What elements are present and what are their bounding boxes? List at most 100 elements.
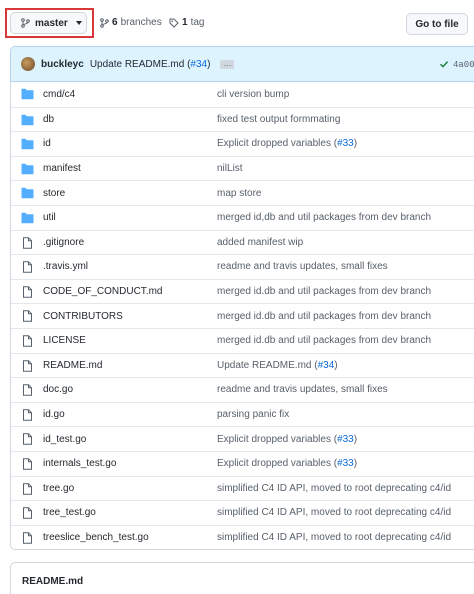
file-commit-message-end: ) bbox=[334, 359, 338, 371]
file-row[interactable]: .gitignore added manifest wip bbox=[11, 229, 474, 255]
file-row[interactable]: CONTRIBUTORS merged id.db and util packag… bbox=[11, 303, 474, 328]
tags-link[interactable]: 1 tag bbox=[169, 17, 204, 28]
file-name-link[interactable]: treeslice_bench_test.go bbox=[43, 532, 149, 543]
file-commit-message[interactable]: map store bbox=[217, 188, 261, 199]
file-row[interactable]: .travis.yml readme and travis updates, sm… bbox=[11, 254, 474, 279]
file-row[interactable]: id.go parsing panic fix bbox=[11, 401, 474, 427]
pr-link[interactable]: #33 bbox=[337, 434, 354, 445]
file-commit-message[interactable]: added manifest wip bbox=[217, 237, 303, 248]
file-row[interactable]: id_test.go Explicit dropped variables (#3… bbox=[11, 426, 474, 451]
file-row[interactable]: id Explicit dropped variables (#33) bbox=[11, 131, 474, 156]
file-name-link[interactable]: manifest bbox=[43, 163, 81, 174]
file-commit-message-text: fixed test output formmating bbox=[217, 113, 341, 125]
file-name-link[interactable]: id.go bbox=[43, 409, 65, 420]
git-branch-icon bbox=[100, 17, 109, 28]
file-list: cmd/c4 cli version bump db fixed test outpu… bbox=[10, 82, 474, 550]
file-icon bbox=[21, 310, 34, 323]
file-commit-message[interactable]: Explicit dropped variables (#33) bbox=[217, 434, 357, 445]
file-commit-message[interactable]: merged id.db and util packages from dev … bbox=[217, 335, 431, 346]
readme-section: README.md bbox=[10, 562, 474, 594]
pr-link[interactable]: #33 bbox=[337, 458, 354, 469]
pr-link[interactable]: #33 bbox=[337, 138, 354, 149]
file-icon bbox=[21, 335, 34, 347]
go-to-file-button[interactable]: Go to file bbox=[406, 13, 468, 35]
file-row[interactable]: manifest nilList bbox=[11, 155, 474, 181]
file-name-link[interactable]: CONTRIBUTORS bbox=[43, 311, 123, 322]
file-row[interactable]: store map store bbox=[11, 180, 474, 205]
latest-commit-bar: buckleyc Update README.md (#34) … 4a00 bbox=[10, 46, 474, 82]
file-row[interactable]: tree.go simplified C4 ID API, moved to ro… bbox=[11, 475, 474, 501]
file-icon bbox=[21, 261, 34, 273]
file-name-link[interactable]: CODE_OF_CONDUCT.md bbox=[43, 286, 162, 297]
file-icon bbox=[21, 408, 34, 421]
file-name-link[interactable]: tree_test.go bbox=[43, 507, 96, 518]
file-commit-message[interactable]: readme and travis updates, small fixes bbox=[217, 261, 388, 272]
file-commit-message[interactable]: Update README.md (#34) bbox=[217, 360, 338, 371]
file-commit-message[interactable]: merged id.db and util packages from dev … bbox=[217, 311, 431, 322]
file-name-link[interactable]: .travis.yml bbox=[43, 261, 88, 272]
file-row[interactable]: tree_test.go simplified C4 ID API, moved … bbox=[11, 500, 474, 525]
file-commit-message[interactable]: simplified C4 ID API, moved to root depr… bbox=[217, 532, 451, 543]
file-name-link[interactable]: LICENSE bbox=[43, 335, 86, 346]
file-name-link[interactable]: cmd/c4 bbox=[43, 89, 75, 100]
file-name-link[interactable]: README.md bbox=[43, 360, 102, 371]
file-commit-message-text: merged id.db and util packages from dev … bbox=[217, 286, 432, 298]
file-row[interactable]: internals_test.go Explicit dropped variab… bbox=[11, 451, 474, 476]
commit-pr-link[interactable]: #34 bbox=[190, 59, 207, 70]
commit-message[interactable]: Update README.md (#34) bbox=[90, 59, 211, 70]
file-commit-message[interactable]: Explicit dropped variables (#33) bbox=[217, 138, 357, 149]
branch-name: master bbox=[35, 17, 68, 29]
file-name-link[interactable]: id bbox=[43, 138, 51, 149]
branches-link[interactable]: 6 branches bbox=[100, 17, 162, 28]
commit-author[interactable]: buckleyc bbox=[41, 59, 84, 70]
file-name-link[interactable]: tree.go bbox=[43, 483, 74, 494]
file-commit-message[interactable]: cli version bump bbox=[217, 89, 289, 100]
file-row[interactable]: util merged id,db and util packages from … bbox=[11, 205, 474, 230]
file-commit-message[interactable]: merged id,db and util packages from dev … bbox=[217, 212, 431, 223]
file-row[interactable]: README.md Update README.md (#34) bbox=[11, 352, 474, 378]
file-row[interactable]: CODE_OF_CONDUCT.md merged id.db and util … bbox=[11, 278, 474, 304]
commit-message-end: ) bbox=[207, 58, 211, 70]
pr-link[interactable]: #34 bbox=[318, 360, 335, 371]
file-row[interactable]: treeslice_bench_test.go simplified C4 ID … bbox=[11, 524, 474, 550]
branch-selector-button[interactable]: master bbox=[10, 12, 87, 34]
file-commit-message-text: simplified C4 ID API, moved to root depr… bbox=[217, 507, 452, 519]
file-icon bbox=[21, 433, 34, 446]
file-name-link[interactable]: id_test.go bbox=[43, 434, 86, 445]
file-commit-message[interactable]: parsing panic fix bbox=[217, 409, 289, 420]
file-commit-message-text: cli version bump bbox=[217, 88, 290, 100]
file-row[interactable]: doc.go readme and travis updates, small f… bbox=[11, 377, 474, 402]
readme-title[interactable]: README.md bbox=[22, 576, 83, 587]
file-icon bbox=[21, 384, 34, 396]
file-commit-message-text: Update README.md ( bbox=[217, 359, 318, 371]
file-name-link[interactable]: db bbox=[43, 114, 54, 125]
file-commit-message[interactable]: simplified C4 ID API, moved to root depr… bbox=[217, 483, 451, 494]
file-commit-message-text: merged id.db and util packages from dev … bbox=[217, 310, 432, 322]
file-row[interactable]: cmd/c4 cli version bump bbox=[11, 82, 474, 107]
file-name-link[interactable]: doc.go bbox=[43, 384, 73, 395]
expand-commit-button[interactable]: … bbox=[220, 59, 235, 69]
check-icon[interactable] bbox=[439, 59, 449, 69]
branches-label: branches bbox=[120, 17, 162, 28]
file-commit-message-text: parsing panic fix bbox=[217, 409, 290, 421]
file-commit-message[interactable]: fixed test output formmating bbox=[217, 114, 340, 125]
commit-sha[interactable]: 4a00 bbox=[453, 60, 474, 70]
file-icon bbox=[21, 285, 34, 298]
file-commit-message[interactable]: nilList bbox=[217, 163, 243, 174]
file-commit-message[interactable]: Explicit dropped variables (#33) bbox=[217, 458, 357, 469]
file-commit-message[interactable]: readme and travis updates, small fixes bbox=[217, 384, 388, 395]
file-name-link[interactable]: internals_test.go bbox=[43, 458, 116, 469]
file-name-link[interactable]: util bbox=[43, 212, 56, 223]
file-commit-message[interactable]: merged id.db and util packages from dev … bbox=[217, 286, 431, 297]
file-commit-message[interactable]: simplified C4 ID API, moved to root depr… bbox=[217, 507, 451, 518]
file-row[interactable]: LICENSE merged id.db and util packages fr… bbox=[11, 328, 474, 353]
file-commit-message-text: readme and travis updates, small fixes bbox=[217, 384, 388, 396]
file-name-link[interactable]: store bbox=[43, 188, 65, 199]
file-commit-message-text: merged id,db and util packages from dev … bbox=[217, 212, 432, 224]
tags-label: tag bbox=[190, 17, 205, 28]
file-row[interactable]: db fixed test output formmating bbox=[11, 106, 474, 132]
tags-count: 1 bbox=[182, 17, 188, 28]
file-name-link[interactable]: .gitignore bbox=[43, 237, 84, 248]
avatar[interactable] bbox=[21, 57, 35, 71]
file-commit-message-text: simplified C4 ID API, moved to root depr… bbox=[217, 482, 452, 494]
